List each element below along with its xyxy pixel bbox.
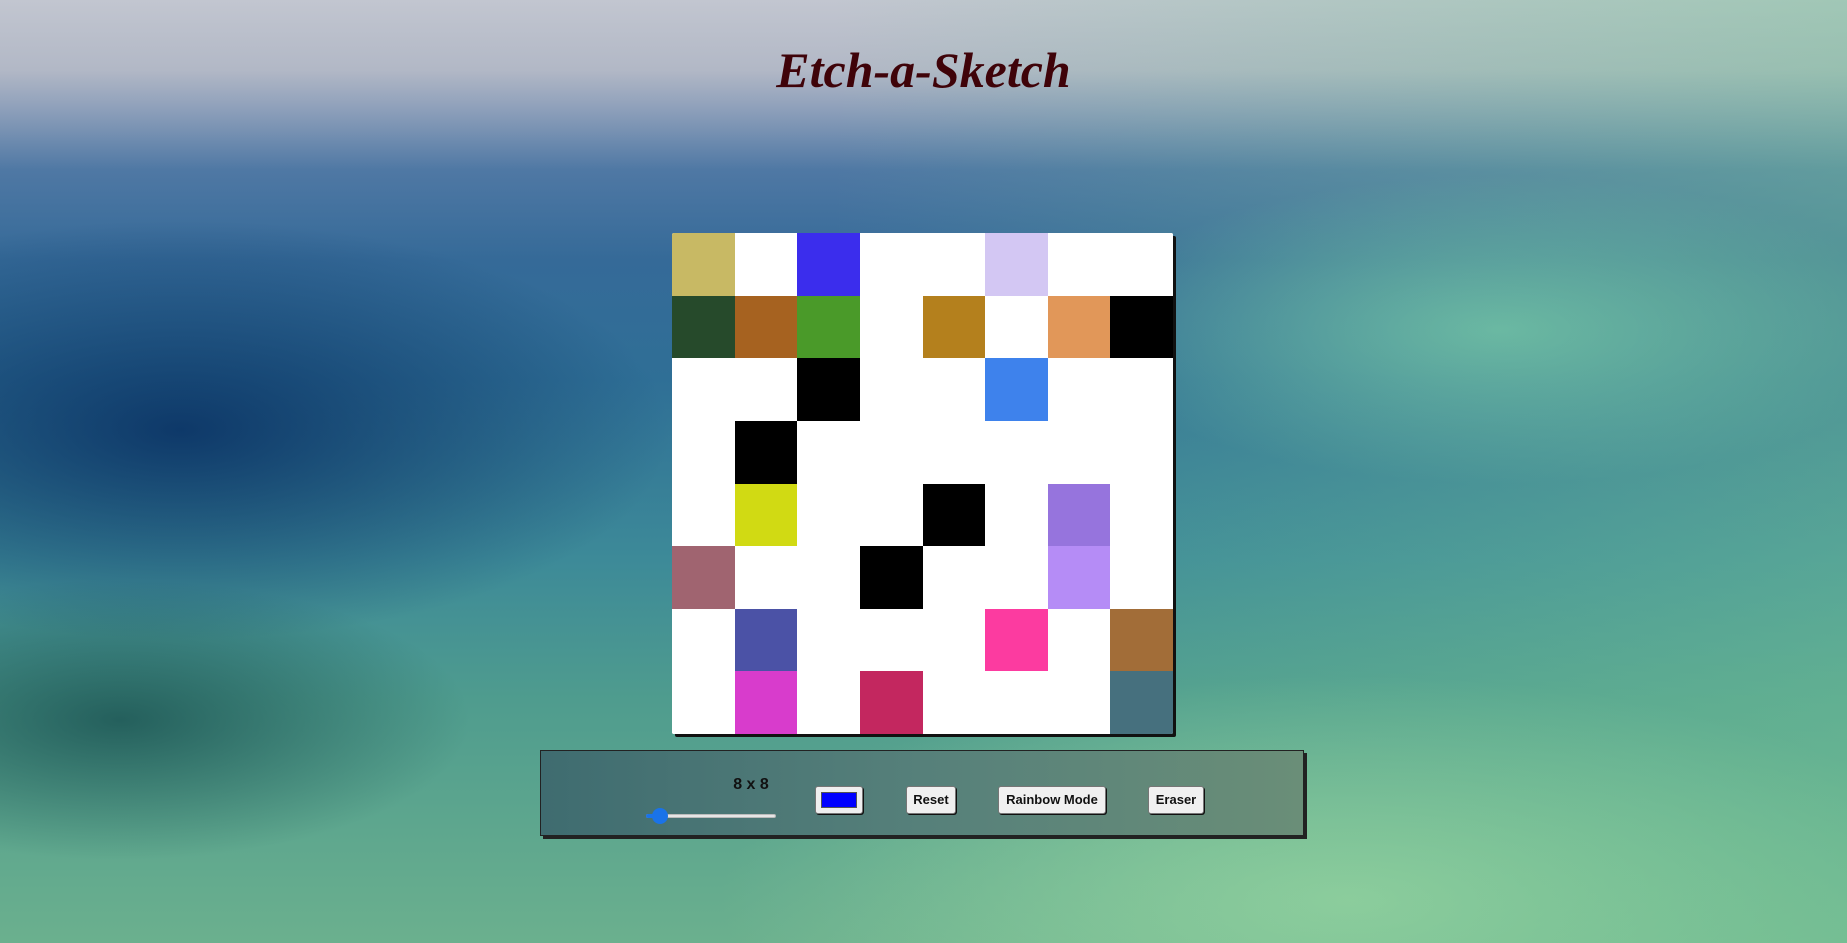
grid-cell[interactable] [859,483,923,547]
grid-cell[interactable] [797,233,860,296]
grid-cell[interactable] [859,671,923,734]
grid-cell[interactable] [734,420,798,484]
grid-cell[interactable] [672,483,735,547]
grid-cell[interactable] [922,608,986,672]
grid-cell[interactable] [922,483,986,547]
grid-cell[interactable] [922,546,986,609]
grid-cell[interactable] [797,546,860,609]
grid-cell[interactable] [922,420,986,484]
grid-cell[interactable] [1110,671,1173,734]
grid-cell[interactable] [797,295,860,359]
sketch-board[interactable] [672,233,1173,734]
grid-cell[interactable] [922,671,986,734]
grid-cell[interactable] [1110,420,1173,484]
grid-cell[interactable] [734,295,798,359]
grid-cell[interactable] [922,358,986,421]
grid-cell[interactable] [734,608,798,672]
grid-cell[interactable] [859,546,923,609]
grid-cell[interactable] [1110,358,1173,421]
grid-cell[interactable] [859,358,923,421]
rainbow-mode-button[interactable]: Rainbow Mode [998,786,1106,814]
grid-cell[interactable] [985,546,1048,609]
color-swatch[interactable] [821,792,857,808]
grid-cell[interactable] [985,233,1048,296]
grid-size-label: 8 x 8 [733,776,769,793]
grid-cell[interactable] [985,358,1048,421]
grid-cell[interactable] [1047,608,1111,672]
grid-cell[interactable] [734,671,798,734]
grid-cell[interactable] [734,546,798,609]
grid-cell[interactable] [734,358,798,421]
grid-cell[interactable] [1110,608,1173,672]
grid-cell[interactable] [1047,671,1111,734]
grid-cell[interactable] [859,295,923,359]
grid-cell[interactable] [1110,295,1173,359]
eraser-button[interactable]: Eraser [1148,786,1204,814]
grid-cell[interactable] [1047,483,1111,547]
slider-thumb[interactable] [652,808,669,824]
grid-cell[interactable] [672,233,735,296]
grid-cell[interactable] [672,358,735,421]
grid-cell[interactable] [734,483,798,547]
grid-cell[interactable] [1110,483,1173,547]
grid-cell[interactable] [734,233,798,296]
grid-size-slider[interactable] [646,808,776,824]
grid-cell[interactable] [1110,233,1173,296]
color-picker[interactable] [815,786,863,814]
grid-cell[interactable] [859,233,923,296]
grid-cell[interactable] [985,608,1048,672]
grid-cell[interactable] [672,420,735,484]
grid-cell[interactable] [797,483,860,547]
grid-cell[interactable] [797,671,860,734]
grid-cell[interactable] [672,546,735,609]
grid-cell[interactable] [797,608,860,672]
grid-cell[interactable] [672,671,735,734]
grid-cell[interactable] [859,420,923,484]
page-title: Etch-a-Sketch [776,42,1071,98]
reset-button[interactable]: Reset [906,786,956,814]
grid-cell[interactable] [1047,295,1111,359]
grid-cell[interactable] [922,233,986,296]
grid-cell[interactable] [797,358,860,421]
grid-cell[interactable] [985,483,1048,547]
grid-cell[interactable] [672,608,735,672]
grid-cell[interactable] [1110,546,1173,609]
grid-cell[interactable] [985,295,1048,359]
grid-cell[interactable] [985,420,1048,484]
grid-cell[interactable] [922,295,986,359]
grid-cell[interactable] [985,671,1048,734]
grid-cell[interactable] [672,295,735,359]
grid-cell[interactable] [1047,546,1111,609]
grid-cell[interactable] [1047,233,1111,296]
grid-cell[interactable] [1047,420,1111,484]
grid-cell[interactable] [797,420,860,484]
controls-panel: 8 x 8 Reset Rainbow Mode Eraser [540,750,1304,836]
grid-cell[interactable] [1047,358,1111,421]
grid-cell[interactable] [859,608,923,672]
